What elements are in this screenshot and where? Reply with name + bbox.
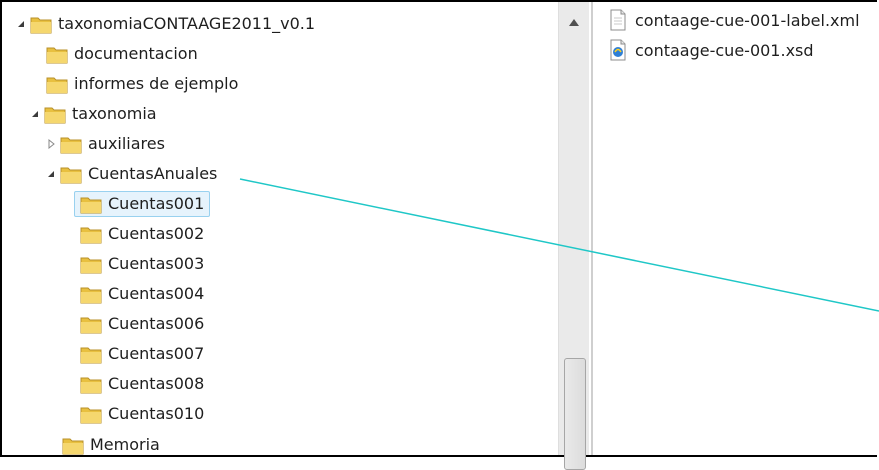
folder-icon bbox=[80, 344, 102, 364]
vertical-scrollbar[interactable] bbox=[558, 2, 589, 470]
expanded-arrow-icon[interactable] bbox=[28, 107, 42, 121]
folder-icon bbox=[46, 74, 68, 94]
folder-icon bbox=[62, 435, 84, 455]
tree-item-root[interactable]: taxonomiaCONTAAGE2011_v0.1 bbox=[14, 10, 315, 38]
file-item-label-xml[interactable]: contaage-cue-001-label.xml bbox=[608, 6, 860, 34]
tree-item-label: documentacion bbox=[74, 44, 198, 63]
tree-item-documentacion[interactable]: documentacion bbox=[44, 40, 198, 68]
folder-icon bbox=[80, 224, 102, 244]
file-item-label: contaage-cue-001.xsd bbox=[635, 40, 814, 60]
xsd-file-icon bbox=[608, 39, 628, 61]
tree-item-label: CuentasAnuales bbox=[88, 164, 218, 183]
collapsed-arrow-icon[interactable] bbox=[44, 137, 58, 151]
tree-item-label: Cuentas010 bbox=[108, 404, 205, 423]
folder-icon bbox=[80, 254, 102, 274]
expanded-arrow-icon[interactable] bbox=[44, 167, 58, 181]
scroll-thumb[interactable] bbox=[564, 358, 586, 470]
tree-item-label: Cuentas004 bbox=[108, 284, 205, 303]
file-item-xsd[interactable]: contaage-cue-001.xsd bbox=[608, 36, 814, 64]
tree-item-cuentas008[interactable]: Cuentas008 bbox=[78, 370, 204, 398]
folder-icon bbox=[80, 194, 102, 214]
tree-item-taxonomia[interactable]: taxonomia bbox=[28, 100, 157, 128]
tree-item-cuentas003[interactable]: Cuentas003 bbox=[78, 250, 204, 278]
folder-icon bbox=[44, 104, 66, 124]
folder-icon bbox=[80, 374, 102, 394]
tree-item-label: Cuentas002 bbox=[108, 224, 205, 243]
tree-item-cuentas002[interactable]: Cuentas002 bbox=[78, 220, 204, 248]
tree-item-cuentas010[interactable]: Cuentas010 bbox=[78, 400, 204, 428]
tree-item-cuentasanuales[interactable]: CuentasAnuales bbox=[44, 160, 217, 188]
folder-icon bbox=[30, 14, 52, 34]
folder-icon bbox=[60, 164, 82, 184]
folder-icon bbox=[60, 134, 82, 154]
tree-item-cuentas006[interactable]: Cuentas006 bbox=[78, 310, 204, 338]
folder-icon bbox=[46, 44, 68, 64]
tree-item-label: Cuentas001 bbox=[108, 194, 205, 213]
tree-item-label: taxonomia bbox=[72, 104, 157, 123]
tree-item-label: Cuentas003 bbox=[108, 254, 205, 273]
tree-item-label: Cuentas008 bbox=[108, 374, 205, 393]
tree-item-cuentas004[interactable]: Cuentas004 bbox=[78, 280, 204, 308]
tree-item-label: Cuentas007 bbox=[108, 344, 205, 363]
file-item-label: contaage-cue-001-label.xml bbox=[635, 10, 860, 30]
tree-item-informes-de-ejemplo[interactable]: informes de ejemplo bbox=[44, 70, 238, 98]
folder-icon bbox=[80, 314, 102, 334]
tree-item-cuentas007[interactable]: Cuentas007 bbox=[78, 340, 204, 368]
pane-splitter[interactable] bbox=[591, 2, 593, 455]
folder-icon bbox=[80, 284, 102, 304]
xml-file-icon bbox=[608, 9, 628, 31]
folder-tree-pane[interactable]: taxonomiaCONTAAGE2011_v0.1 documentacion… bbox=[2, 2, 558, 455]
folder-icon bbox=[80, 404, 102, 424]
scroll-up-arrow-icon bbox=[569, 11, 579, 30]
tree-item-auxiliares[interactable]: auxiliares bbox=[44, 130, 165, 158]
tree-item-label: taxonomiaCONTAAGE2011_v0.1 bbox=[58, 14, 316, 33]
tree-item-label: Memoria bbox=[90, 435, 160, 454]
tree-item-memoria[interactable]: Memoria bbox=[60, 431, 160, 455]
tree-item-label: auxiliares bbox=[88, 134, 165, 153]
tree-item-label: Cuentas006 bbox=[108, 314, 205, 333]
file-list-pane[interactable]: contaage-cue-001-label.xml contaage-cue-… bbox=[596, 2, 879, 455]
tree-item-label: informes de ejemplo bbox=[74, 74, 239, 93]
expanded-arrow-icon[interactable] bbox=[14, 17, 28, 31]
scroll-up-button[interactable] bbox=[559, 2, 589, 38]
tree-item-cuentas001[interactable]: Cuentas001 bbox=[74, 190, 211, 218]
